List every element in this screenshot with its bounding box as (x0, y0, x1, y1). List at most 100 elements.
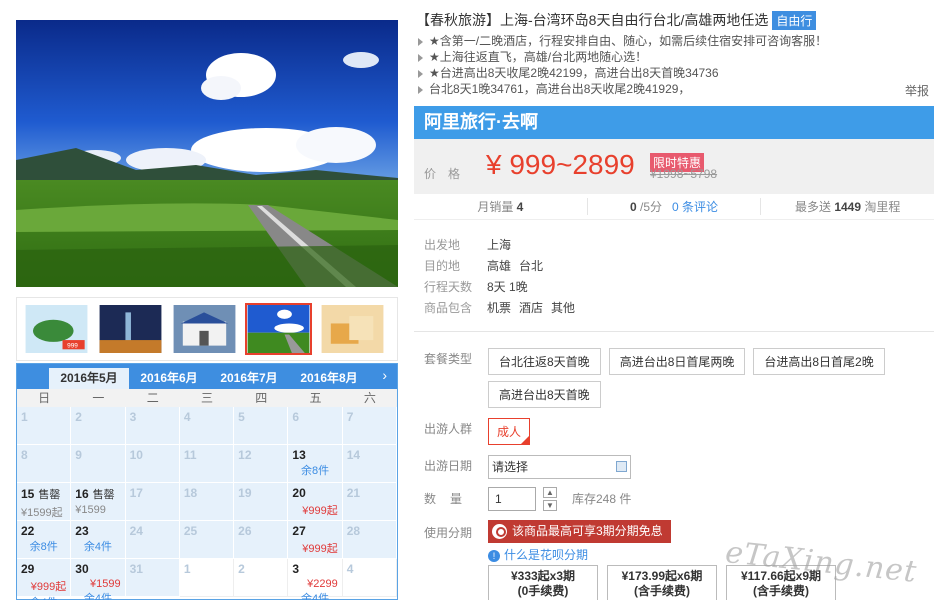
thumbnail-island[interactable]: 999 (23, 303, 90, 355)
calendar-icon[interactable] (616, 461, 627, 472)
calendar-day: 5 (234, 407, 289, 445)
package-option[interactable]: 高进台出8日首尾两晚 (608, 348, 746, 375)
day-stock: 余8件 (29, 541, 58, 553)
calendar-day[interactable]: 13 余8件 (288, 445, 343, 483)
day-number: 17 (129, 486, 143, 500)
calendar-day: 1 (179, 559, 235, 597)
calendar-day: 18 (179, 483, 235, 521)
points-prefix: 最多送 (794, 200, 831, 214)
points-suffix: 淘里程 (864, 200, 901, 214)
tab-month-july[interactable]: 2016年7月 (209, 368, 289, 389)
tab-month-may[interactable]: 2016年5月 (49, 368, 129, 389)
report-link[interactable]: 举报 (905, 82, 929, 99)
day-number: 3 (292, 562, 300, 576)
calendar-day[interactable]: 29 ¥999起余4件 (17, 559, 72, 600)
day-number: 1 (21, 410, 28, 424)
day-price: ¥1599起 (21, 507, 63, 519)
days-row: 行程天数 8天 1晚 (424, 277, 583, 298)
product-title: 【春秋旅游】上海-台湾环岛8天自由行台北/高雄两地任选 自由行 (416, 10, 817, 30)
day-number: 5 (238, 410, 245, 424)
calendar-header: 2016年5月 2016年6月 2016年7月 2016年8月 › (17, 364, 397, 389)
day-number: 24 (129, 524, 143, 538)
sold-out-tag: 售罄 (92, 489, 115, 501)
weekday-label: 二 (146, 391, 159, 405)
calendar-day: 17 (125, 483, 180, 521)
thumbnail-city-night[interactable] (97, 303, 164, 355)
weekday-label: 三 (200, 391, 213, 405)
quantity-input[interactable]: 1 (488, 487, 536, 511)
day-stock: 余8件 (301, 465, 330, 477)
calendar-day[interactable]: 16 售罄 ¥1599 (71, 483, 126, 521)
calendar-day[interactable]: 20¥999起¥999起 (288, 483, 343, 535)
day-number: 20 (292, 486, 306, 500)
installment-plan-6[interactable]: ¥173.99起x6期 (含手续费) (607, 565, 717, 600)
feature-list: ★含第一/二晚酒店，行程安排自由、随心，如需后续住宿安排可咨询客服！ ★上海往返… (416, 33, 935, 97)
day-number: 12 (238, 448, 252, 462)
day-number: 1 (183, 562, 191, 576)
include-item: 其他 (551, 301, 576, 315)
date-select[interactable]: 请选择 (488, 455, 631, 479)
day-number: 10 (129, 448, 143, 462)
day-number: 2 (75, 410, 82, 424)
sales-stats: 月销量 4 0 /5分 0 条评论 最多送 1449 淘里程 (414, 194, 934, 220)
calendar-day: 7 (342, 407, 397, 445)
weekday-label: 四 (255, 391, 268, 405)
day-number: 26 (238, 524, 252, 538)
thumbnail-pastry[interactable] (319, 303, 386, 355)
day-number: 7 (346, 410, 354, 424)
calendar-day: 3 (125, 407, 180, 445)
includes-row: 商品包含 机票 酒店 其他 (424, 298, 583, 319)
day-number: 9 (75, 448, 82, 462)
calendar-day: 4 (179, 407, 235, 445)
installment-plan-3[interactable]: ¥333起x3期 (0手续费) (488, 565, 598, 600)
reviews-link[interactable]: 0 条评论 (672, 200, 718, 214)
day-number: 28 (346, 524, 361, 538)
decrease-icon[interactable]: ▼ (543, 500, 557, 511)
points-value: 1449 (834, 200, 862, 214)
weekday-label: 六 (363, 391, 376, 405)
calendar-day: 14 (342, 445, 397, 483)
calendar-day: 2 (234, 559, 289, 597)
day-stock: 余4件 (21, 594, 66, 600)
increase-icon[interactable]: ▲ (543, 487, 557, 498)
day-price: ¥1599 (89, 578, 121, 590)
calendar-day: 12 (234, 445, 289, 483)
price-box: 价格 ¥ 999~2899 限时特惠 ¥1998~5798 (414, 139, 934, 194)
calendar-day: 10 (125, 445, 180, 483)
day-number: 22 (21, 524, 35, 538)
installment-banner-text: 该商品最高可享3期分期免息 (512, 524, 663, 538)
calendar-weekday-row: 日 一 二 三 四 五 六 (17, 389, 397, 407)
tab-month-august[interactable]: 2016年8月 (289, 368, 369, 389)
installment-help-link[interactable]: ! 什么是花呗分期 (488, 546, 588, 563)
calendar-day[interactable]: 30 ¥1599 余4件 (71, 559, 126, 600)
package-option[interactable]: 高进台出8天首晚 (488, 381, 601, 408)
calendar-day: 28 (342, 521, 397, 559)
destination-value: 高雄 (487, 259, 512, 273)
include-item: 机票 (487, 301, 512, 315)
calendar-day[interactable]: 22 余8件 (17, 521, 72, 559)
thumbnail-memorial-hall[interactable] (171, 303, 238, 355)
crowd-option-adult[interactable]: 成人 (488, 418, 531, 445)
plan-fee: (含手续费) (753, 584, 809, 598)
day-price: ¥2299 (307, 578, 338, 590)
calendar-day[interactable]: 3 ¥2299 余4件 (288, 559, 343, 600)
day-number: 8 (21, 448, 28, 462)
chevron-right-icon[interactable]: › (382, 367, 387, 383)
thumbnail-road-landscape[interactable] (245, 303, 312, 355)
calendar-day: 24 (125, 521, 180, 559)
calendar-day: 19 (234, 483, 289, 521)
calendar-day: 26 (234, 521, 289, 559)
weekday-label: 一 (92, 391, 105, 405)
package-option[interactable]: 台北往返8天首晚 (488, 348, 601, 375)
day-number: 23 (75, 524, 89, 538)
calendar-day[interactable]: 15 售罄 ¥1599起 (17, 483, 72, 521)
product-title-text: 【春秋旅游】上海-台湾环岛8天自由行台北/高雄两地任选 (416, 12, 769, 28)
day-stock: 余4件 (83, 593, 112, 600)
monthly-sales: 月销量 4 (414, 198, 588, 215)
day-number: 30 (75, 562, 89, 576)
tab-month-june[interactable]: 2016年6月 (129, 368, 209, 389)
package-option[interactable]: 台进高出8日首尾2晚 (753, 348, 885, 375)
calendar-day[interactable]: 27 ¥999起 (288, 521, 343, 559)
calendar-day[interactable]: 23 余4件 (71, 521, 126, 559)
monthly-sales-label: 月销量 (477, 200, 514, 214)
